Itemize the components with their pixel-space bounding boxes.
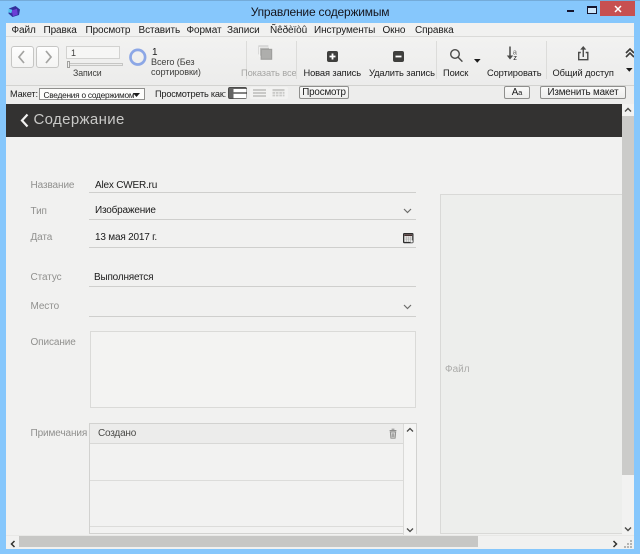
svg-text:z: z	[513, 53, 517, 61]
